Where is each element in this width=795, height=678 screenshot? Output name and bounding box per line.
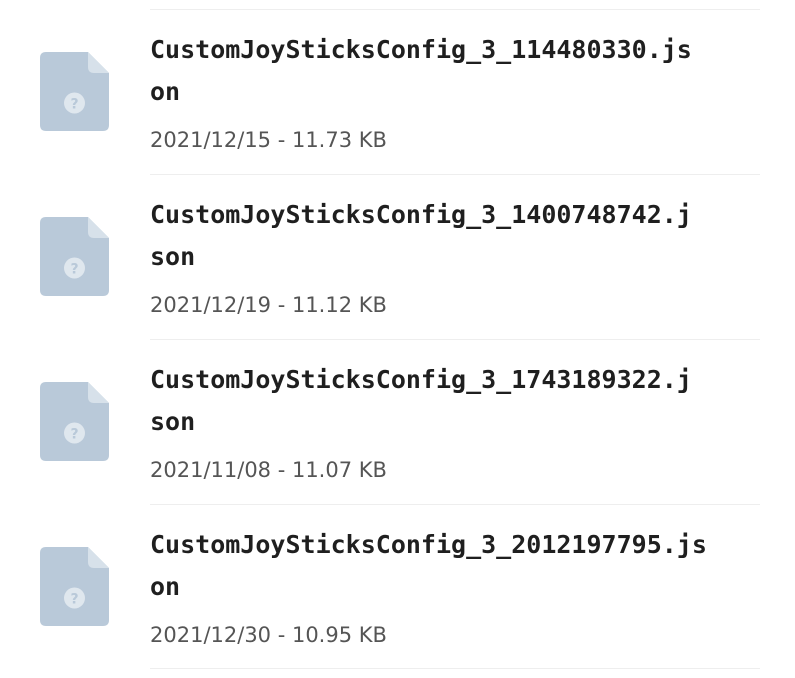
file-name-line: CustomJoySticksConfig_3_2012197795.js — [150, 530, 707, 559]
file-name: CustomJoySticksConfig_3_1743189322.j son — [150, 359, 765, 443]
divider — [150, 668, 760, 669]
file-name-line: on — [150, 77, 181, 106]
file-name-line: CustomJoySticksConfig_3_1743189322.j — [150, 365, 692, 394]
file-name-line: son — [150, 242, 196, 271]
file-row[interactable]: ? CustomJoySticksConfig_3_1400748742.j s… — [0, 175, 795, 339]
svg-text:?: ? — [70, 427, 78, 443]
file-list: ? CustomJoySticksConfig_3_114480330.js o… — [0, 0, 795, 678]
svg-text:?: ? — [70, 592, 78, 608]
unknown-file-icon: ? — [40, 382, 109, 461]
file-name-line: son — [150, 407, 196, 436]
file-name: CustomJoySticksConfig_3_1400748742.j son — [150, 194, 765, 278]
file-meta: 2021/12/19 - 11.12 KB — [150, 293, 387, 317]
file-name: CustomJoySticksConfig_3_2012197795.js on — [150, 524, 765, 608]
file-row[interactable]: ? CustomJoySticksConfig_3_114480330.js o… — [0, 10, 795, 174]
unknown-file-icon: ? — [40, 217, 109, 296]
unknown-file-icon: ? — [40, 52, 109, 131]
file-meta: 2021/12/30 - 10.95 KB — [150, 623, 387, 647]
file-name-line: CustomJoySticksConfig_3_1400748742.j — [150, 200, 692, 229]
file-row[interactable]: ? CustomJoySticksConfig_3_1743189322.j s… — [0, 340, 795, 504]
file-name-line: on — [150, 572, 181, 601]
unknown-file-icon: ? — [40, 547, 109, 626]
svg-text:?: ? — [70, 262, 78, 278]
file-meta: 2021/11/08 - 11.07 KB — [150, 458, 387, 482]
file-meta: 2021/12/15 - 11.73 KB — [150, 128, 387, 152]
file-row[interactable]: ? CustomJoySticksConfig_3_2012197795.js … — [0, 505, 795, 669]
file-name-line: CustomJoySticksConfig_3_114480330.js — [150, 35, 692, 64]
file-name: CustomJoySticksConfig_3_114480330.js on — [150, 29, 765, 113]
svg-text:?: ? — [70, 97, 78, 113]
